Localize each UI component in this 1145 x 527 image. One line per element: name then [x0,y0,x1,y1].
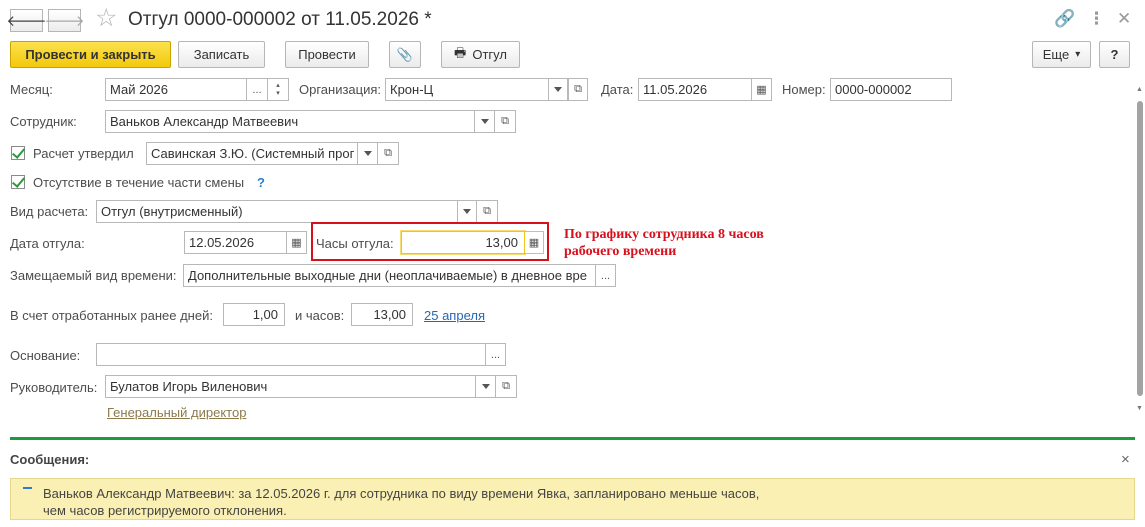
print-button-label: Отгул [472,47,507,62]
chevron-down-icon: ▾ [1075,49,1081,60]
help-button[interactable]: ? [1099,41,1130,68]
month-select-button[interactable]: ... [246,78,268,101]
basis-select-button[interactable]: ... [485,343,506,366]
organization-open-button[interactable]: ⧉ [568,78,588,101]
printer-icon: 🖶 [454,44,467,60]
annotation-line-1: По графику сотрудника 8 часов [564,227,764,242]
organization-label: Организация: [299,82,382,97]
employee-dropdown-button[interactable] [474,110,495,133]
calendar-icon: ▦ [291,237,302,249]
favorite-star-icon[interactable]: ☆ [95,6,117,31]
basis-field[interactable] [96,343,486,366]
month-stepper[interactable]: ▴ ▾ [267,78,289,101]
worked-days-label: В счет отработанных ранее дней: [10,308,213,323]
approved-by-dropdown-button[interactable] [357,142,378,165]
open-form-icon: ⧉ [502,380,510,392]
manager-dropdown-button[interactable] [475,375,496,398]
window-title: Отгул 0000-000002 от 11.05.2026 * [128,9,432,30]
number-field[interactable]: 0000-000002 [830,78,952,101]
worked-date-link[interactable]: 25 апреля [424,308,485,323]
more-actions-label: Еще [1042,47,1070,62]
help-question-icon[interactable]: ? [257,175,265,190]
leave-hours-calculator-button[interactable]: ▦ [524,231,544,254]
approved-by-open-button[interactable]: ⧉ [377,142,399,165]
date-field[interactable]: 11.05.2026 [638,78,752,101]
manager-position-link[interactable]: Генеральный директор [107,405,246,420]
worked-hours-field[interactable]: 13,00 [351,303,413,326]
open-form-icon: ⧉ [574,83,582,95]
replaced-time-label: Замещаемый вид времени: [10,268,177,283]
manager-field[interactable]: Булатов Игорь Виленович [105,375,476,398]
close-icon[interactable]: ✕ [1117,10,1131,27]
ellipsis-icon: ... [490,348,501,361]
back-button[interactable]: 🡐 [6,9,47,32]
message-line-2: чем часов регистрируемого отклонения. [43,503,287,518]
paperclip-icon: 📎 [396,46,414,62]
post-and-close-button[interactable]: Провести и закрыть [10,41,171,68]
month-label: Месяц: [10,82,53,97]
partial-shift-checkbox[interactable] [11,175,25,189]
partial-shift-label: Отсутствие в течение части смены [33,175,245,190]
forward-arrow-icon: 🡒 [44,13,85,30]
message-line-1: Ваньков Александр Матвеевич: за 12.05.20… [43,486,760,501]
leave-date-label: Дата отгула: [10,236,85,251]
calc-type-open-button[interactable]: ⧉ [476,200,498,223]
stepper-down-icon: ▾ [276,89,280,97]
messages-separator [10,437,1135,440]
back-arrow-icon: 🡐 [6,13,47,30]
open-form-icon: ⧉ [483,205,491,217]
worked-hours-label: и часов: [295,308,345,323]
scroll-up-icon[interactable]: ▲ [1136,86,1143,93]
save-button[interactable]: Записать [178,41,265,68]
worked-days-field[interactable]: 1,00 [223,303,285,326]
approved-by-field[interactable]: Савинская З.Ю. (Системный прог [146,142,358,165]
attach-button[interactable]: 📎 [389,41,421,68]
calendar-icon: ▦ [756,84,767,96]
month-field[interactable]: Май 2026 [105,78,247,101]
message-text[interactable]: Ваньков Александр Матвеевич: за 12.05.20… [43,485,759,519]
annotation-note: По графику сотрудника 8 часов рабочего в… [564,226,764,260]
leave-hours-label: Часы отгула: [316,236,394,251]
link-icon[interactable]: 🔗 [1054,10,1075,27]
employee-field[interactable]: Ваньков Александр Матвеевич [105,110,475,133]
messages-close-icon[interactable]: × [1121,451,1130,468]
stepper-up-icon: ▴ [276,81,280,89]
number-label: Номер: [782,82,826,97]
post-button[interactable]: Провести [285,41,369,68]
open-form-icon: ⧉ [384,147,392,159]
leave-hours-field[interactable]: 13,00 [401,231,525,254]
open-form-icon: ⧉ [501,115,509,127]
calc-type-label: Вид расчета: [10,204,89,219]
organization-dropdown-button[interactable] [548,78,568,101]
basis-label: Основание: [10,348,81,363]
replaced-time-field[interactable]: Дополнительные выходные дни (неоплачивае… [183,264,596,287]
more-actions-button[interactable]: Еще ▾ [1032,41,1091,68]
employee-open-button[interactable]: ⧉ [494,110,516,133]
approved-label: Расчет утвердил [33,146,134,161]
manager-open-button[interactable]: ⧉ [495,375,517,398]
date-calendar-button[interactable]: ▦ [751,78,772,101]
approved-checkbox[interactable] [11,146,25,160]
leave-date-calendar-button[interactable]: ▦ [286,231,307,254]
messages-header: Сообщения: [10,452,90,467]
message-bullet-icon [23,487,32,489]
leave-date-field[interactable]: 12.05.2026 [184,231,287,254]
ellipsis-icon: ... [600,269,611,282]
scroll-down-icon[interactable]: ▼ [1136,405,1143,412]
manager-label: Руководитель: [10,380,98,395]
print-button[interactable]: 🖶 Отгул [441,41,520,68]
date-label: Дата: [601,82,634,97]
organization-field[interactable]: Крон-Ц [385,78,549,101]
calc-type-dropdown-button[interactable] [457,200,477,223]
calculator-icon: ▦ [528,237,540,249]
employee-label: Сотрудник: [10,114,77,129]
replaced-time-select-button[interactable]: ... [595,264,616,287]
ellipsis-icon: ... [252,83,262,96]
annotation-line-2: рабочего времени [564,244,677,259]
more-menu-icon[interactable]: ⋮ [1088,10,1105,27]
calc-type-field[interactable]: Отгул (внутрисменный) [96,200,458,223]
forward-button[interactable]: 🡒 [44,9,85,32]
scrollbar-thumb[interactable] [1137,101,1143,396]
